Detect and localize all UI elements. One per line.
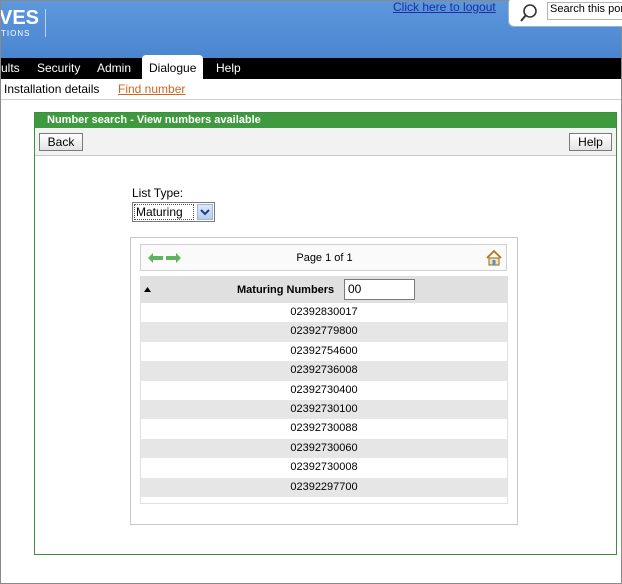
logo-divider <box>45 9 46 37</box>
table-body: 02392830017 02392779800 02392754600 0239… <box>141 303 507 497</box>
tab-results[interactable]: ults <box>1 61 20 75</box>
table-header: Maturing Numbers 00 <box>141 277 507 303</box>
page-label: Page 1 of 1 <box>296 252 353 264</box>
column-title: Maturing Numbers <box>237 284 335 296</box>
subnav-installation-details[interactable]: Installation details <box>4 82 99 96</box>
pager: Page 1 of 1 <box>140 244 507 271</box>
main-nav: ults Security Admin Dialogue Help <box>1 55 621 79</box>
table-row[interactable]: 02392297700 <box>141 477 507 497</box>
numbers-table: Maturing Numbers 00 02392830017 02392779… <box>140 276 508 504</box>
table-row[interactable]: 02392730400 <box>141 381 507 400</box>
panel-toolbar: Back Help <box>35 128 616 156</box>
sub-nav: Installation details Find number <box>1 79 621 100</box>
subnav-find-number[interactable]: Find number <box>118 82 185 96</box>
home-icon[interactable] <box>485 249 503 267</box>
search-icon[interactable] <box>518 2 540 24</box>
table-row[interactable]: 02392830017 <box>141 303 507 322</box>
table-row[interactable]: 02392779800 <box>141 322 507 342</box>
number-search-panel: Number search - View numbers available B… <box>34 112 617 555</box>
table-row[interactable]: 02392730008 <box>141 458 507 477</box>
logo-subtext: TIONS <box>1 29 31 38</box>
tab-admin[interactable]: Admin <box>97 61 131 75</box>
table-row[interactable]: 02392754600 <box>141 342 507 361</box>
chevron-down-icon[interactable] <box>197 204 213 220</box>
tab-dialogue[interactable]: Dialogue <box>142 55 204 79</box>
list-type-label: List Type: <box>132 186 184 200</box>
list-type-select[interactable]: Maturing <box>132 202 215 222</box>
logout-link[interactable]: Click here to logout <box>393 0 496 14</box>
back-button[interactable]: Back <box>39 133 83 151</box>
numbers-list-box: Page 1 of 1 Maturing Numbers 00 02392830… <box>130 237 518 525</box>
search-input[interactable]: Search this port <box>547 2 622 20</box>
table-row[interactable]: 02392730060 <box>141 438 507 459</box>
top-banner: VES TIONS Click here to logout Search th… <box>1 0 622 58</box>
tab-security[interactable]: Security <box>37 61 80 75</box>
arrow-right-icon[interactable] <box>165 252 182 264</box>
sort-ascending-icon[interactable] <box>144 287 151 292</box>
tab-help[interactable]: Help <box>216 61 241 75</box>
logo-text: VES <box>1 7 40 29</box>
table-row[interactable]: 02392730100 <box>141 399 507 420</box>
table-row[interactable]: 02392730088 <box>141 419 507 438</box>
help-button[interactable]: Help <box>569 133 612 151</box>
table-row[interactable]: 02392736008 <box>141 361 507 381</box>
number-filter-input[interactable]: 00 <box>344 279 415 300</box>
panel-title: Number search - View numbers available <box>35 113 616 128</box>
company-logo: VES TIONS <box>1 7 45 41</box>
search-box: Search this port <box>508 0 622 27</box>
list-type-value: Maturing <box>136 205 183 219</box>
arrow-left-icon[interactable] <box>147 252 164 264</box>
